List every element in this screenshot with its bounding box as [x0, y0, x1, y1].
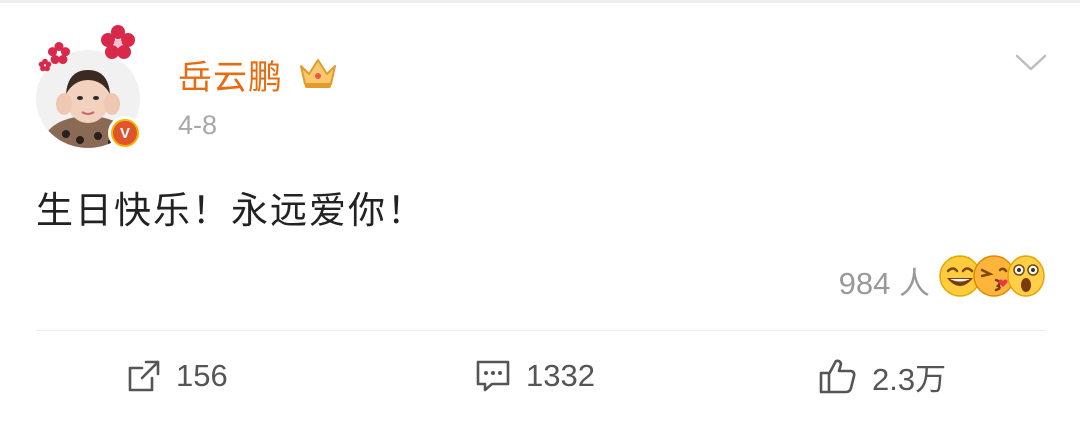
verified-badge-icon: V — [108, 116, 142, 150]
actions-divider — [36, 330, 1046, 331]
like-button[interactable]: 2.3万 — [818, 354, 946, 398]
reactions-count[interactable]: 984 人 — [839, 258, 930, 303]
post-date: 4-8 — [178, 110, 218, 140]
crown-icon[interactable] — [298, 56, 338, 90]
repost-icon — [128, 360, 160, 392]
chevron-down-icon[interactable] — [1014, 52, 1048, 74]
reaction-emojis[interactable] — [938, 254, 1046, 298]
username[interactable]: 岳云鹏 — [178, 50, 283, 99]
comment-icon — [476, 360, 510, 392]
post-actions-bar: 156 1332 2.3万 — [0, 346, 1080, 406]
repost-button[interactable]: 156 — [126, 354, 228, 398]
avatar[interactable]: V — [36, 25, 148, 150]
top-divider — [0, 0, 1080, 3]
flower-decoration-icon — [101, 25, 135, 59]
like-count: 2.3万 — [872, 361, 947, 397]
comment-count: 1332 — [526, 358, 595, 393]
like-icon — [819, 359, 856, 394]
shocked-emoji-icon — [1007, 255, 1045, 297]
flower-decoration-icon — [38, 58, 52, 72]
post-text: 生日快乐！永远爱你！ — [36, 189, 426, 232]
comment-button[interactable]: 1332 — [474, 354, 595, 398]
repost-count: 156 — [176, 358, 228, 393]
